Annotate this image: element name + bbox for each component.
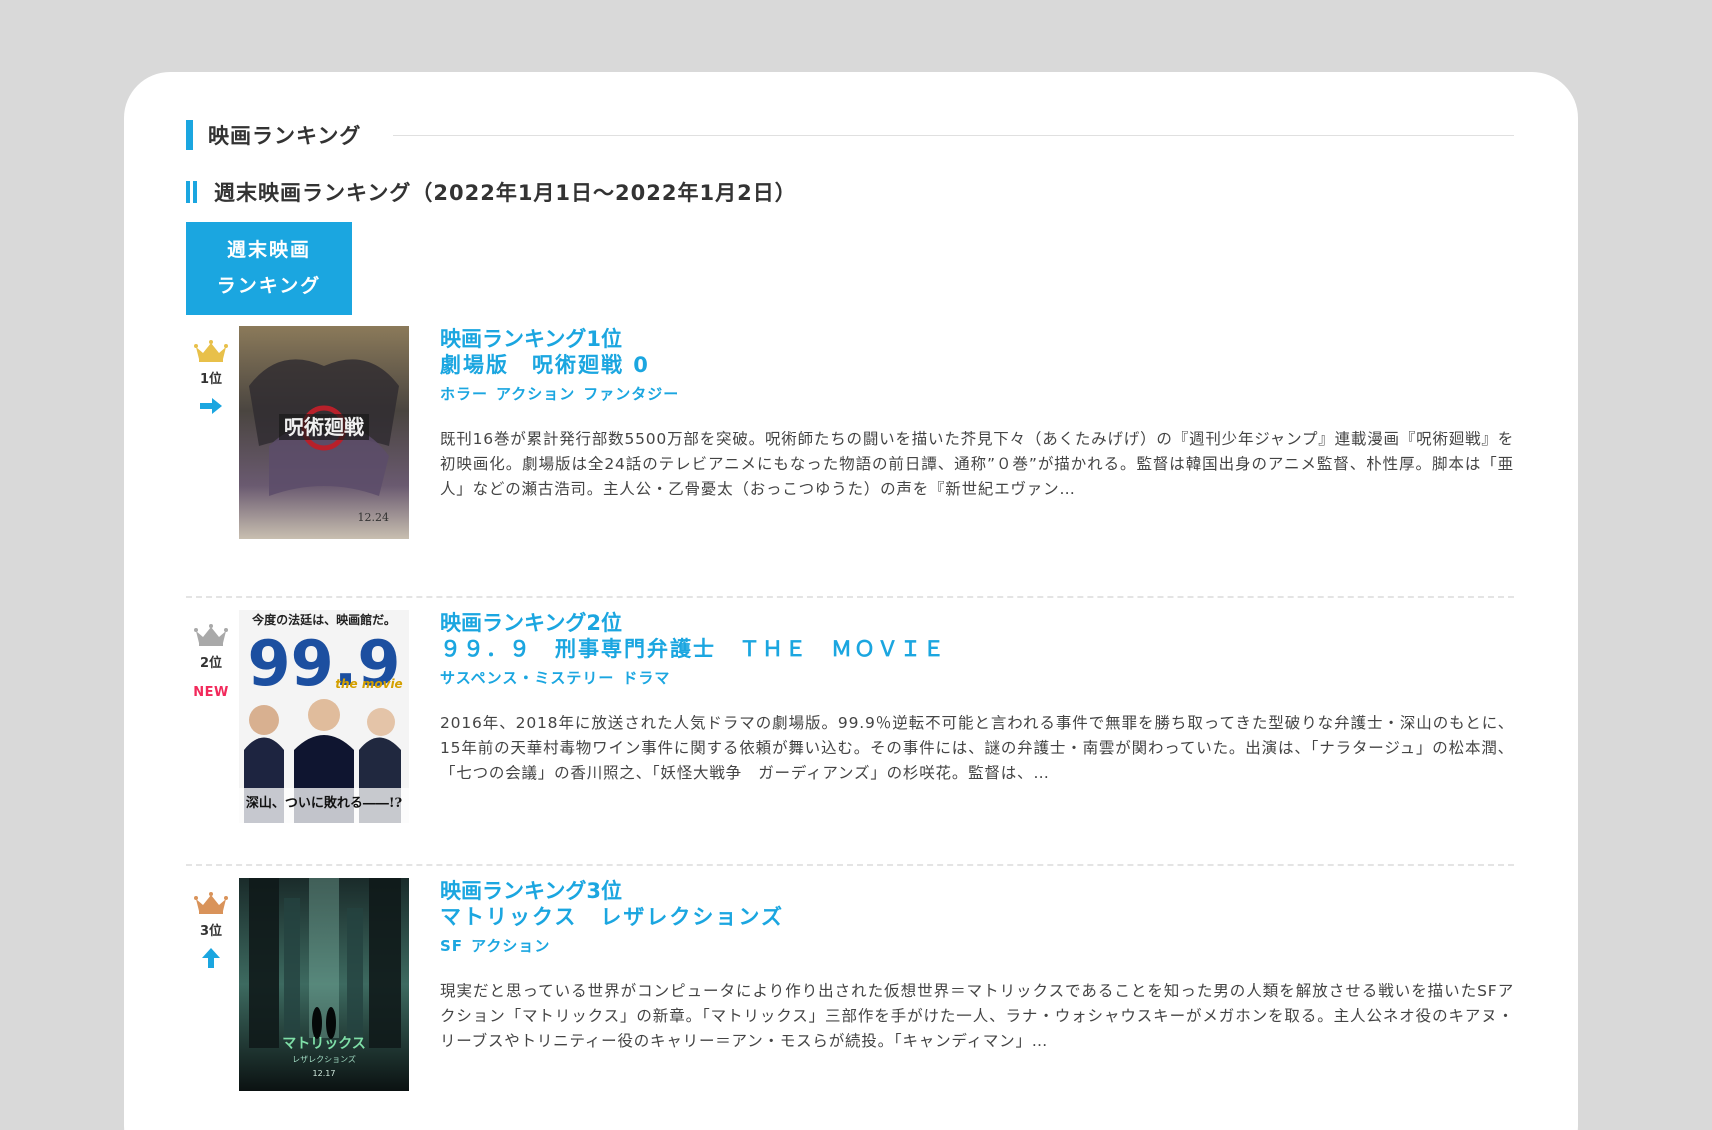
rank-column: 3位 <box>186 892 236 969</box>
svg-text:12.17: 12.17 <box>313 1069 336 1078</box>
rank-column: 2位 NEW <box>186 624 236 700</box>
movie-poster[interactable]: マトリックス レザレクションズ 12.17 <box>239 878 409 1091</box>
ranking-item: 3位 マトリックス レザレクションズ 12.17 映画ランキング3位 マトリック… <box>186 878 1514 1093</box>
svg-text:今度の法廷は、映画館だ。: 今度の法廷は、映画館だ。 <box>251 612 396 627</box>
subheading-accent-bars <box>186 181 200 203</box>
genre-list: サスペンス・ミステリー ドラマ <box>440 667 1514 688</box>
trend-indicator <box>186 947 236 969</box>
genre-tag[interactable]: ファンタジー <box>583 385 679 403</box>
up-arrow-icon <box>202 948 220 968</box>
trend-indicator <box>186 395 236 417</box>
genre-tag[interactable]: サスペンス・ミステリー <box>440 669 614 687</box>
svg-text:レザレクションズ: レザレクションズ <box>292 1054 356 1064</box>
tab-label-line2: ランキング <box>216 275 322 297</box>
ranking-item: 2位 NEW 今度の法廷は、映画館だ。 99.9 the movie 深山、つい… <box>186 610 1514 825</box>
new-badge: NEW <box>193 685 229 700</box>
svg-text:the movie: the movie <box>335 677 402 691</box>
svg-text:マトリックス: マトリックス <box>282 1036 366 1052</box>
genre-tag[interactable]: アクション <box>496 385 575 403</box>
bronze-crown-icon <box>194 892 228 914</box>
section-title: 映画ランキング <box>208 124 362 148</box>
heading-rule <box>393 134 1514 136</box>
movie-description: 2016年、2018年に放送された人気ドラマの劇場版。99.9％逆転不可能と言わ… <box>440 714 1514 782</box>
ranking-card: 映画ランキング 週末映画ランキング（2022年1月1日～2022年1月2日） 週… <box>124 72 1578 1130</box>
right-arrow-icon <box>200 398 222 414</box>
heading-accent-bar <box>186 120 193 150</box>
item-divider <box>186 864 1514 866</box>
svg-text:深山、ついに敗れる――!?: 深山、ついに敗れる――!? <box>246 795 403 811</box>
item-divider <box>186 596 1514 598</box>
movie-info: 映画ランキング3位 マトリックス レザレクションズ SF アクション 現実だと思っ… <box>440 878 1514 1054</box>
movie-description: 現実だと思っている世界がコンピュータにより作り出された仮想世界＝マトリックスであ… <box>440 982 1514 1050</box>
movie-title-link[interactable]: ９９．９ 刑事専門弁護士 ＴＨＥ ＭＯＶＩＥ <box>440 636 1514 662</box>
rank-label: 映画ランキング3位 <box>440 879 622 903</box>
genre-tag[interactable]: ドラマ <box>622 669 670 687</box>
rank-number: 1位 <box>199 372 223 387</box>
rank-number: 2位 <box>199 656 223 671</box>
movie-info: 映画ランキング1位 劇場版 呪術廻戦 0 ホラー アクション ファンタジー 既刊16… <box>440 326 1514 502</box>
silver-crown-icon <box>194 624 228 646</box>
weekend-ranking-tab[interactable]: 週末映画 ランキング <box>186 222 352 315</box>
movie-poster[interactable]: 今度の法廷は、映画館だ。 99.9 the movie 深山、ついに敗れる――!… <box>239 610 409 823</box>
svg-text:12.24: 12.24 <box>358 511 390 524</box>
movie-poster[interactable]: 呪術廻戦 12.24 <box>239 326 409 539</box>
movie-info: 映画ランキング2位 ９９．９ 刑事専門弁護士 ＴＨＥ ＭＯＶＩＥ サスペンス・ミ… <box>440 610 1514 786</box>
movie-description: 既刊16巻が累計発行部数5500万部を突破。呪術師たちの闘いを描いた芥見下々（あ… <box>440 430 1514 498</box>
section-heading: 映画ランキング <box>186 119 1514 151</box>
genre-tag[interactable]: SF <box>440 937 463 955</box>
movie-title-link[interactable]: 劇場版 呪術廻戦 0 <box>440 352 1514 378</box>
rank-label: 映画ランキング1位 <box>440 327 622 351</box>
rank-label: 映画ランキング2位 <box>440 611 622 635</box>
tab-label-line1: 週末映画 <box>226 239 311 261</box>
movie-title-link[interactable]: マトリックス レザレクションズ <box>440 904 1514 930</box>
gold-crown-icon <box>194 340 228 362</box>
rank-column: 1位 <box>186 340 236 417</box>
svg-text:呪術廻戦: 呪術廻戦 <box>284 415 364 439</box>
subsection-title: 週末映画ランキング（2022年1月1日～2022年1月2日） <box>214 181 797 205</box>
genre-list: SF アクション <box>440 935 1514 956</box>
subsection-heading: 週末映画ランキング（2022年1月1日～2022年1月2日） <box>186 177 797 207</box>
ranking-item: 1位 呪術廻戦 12.24 映画ランキング1位 劇場版 呪術廻戦 0 ホラー ア… <box>186 326 1514 541</box>
genre-tag[interactable]: ホラー <box>440 385 488 403</box>
genre-tag[interactable]: アクション <box>471 937 550 955</box>
genre-list: ホラー アクション ファンタジー <box>440 383 1514 404</box>
rank-number: 3位 <box>199 924 223 939</box>
